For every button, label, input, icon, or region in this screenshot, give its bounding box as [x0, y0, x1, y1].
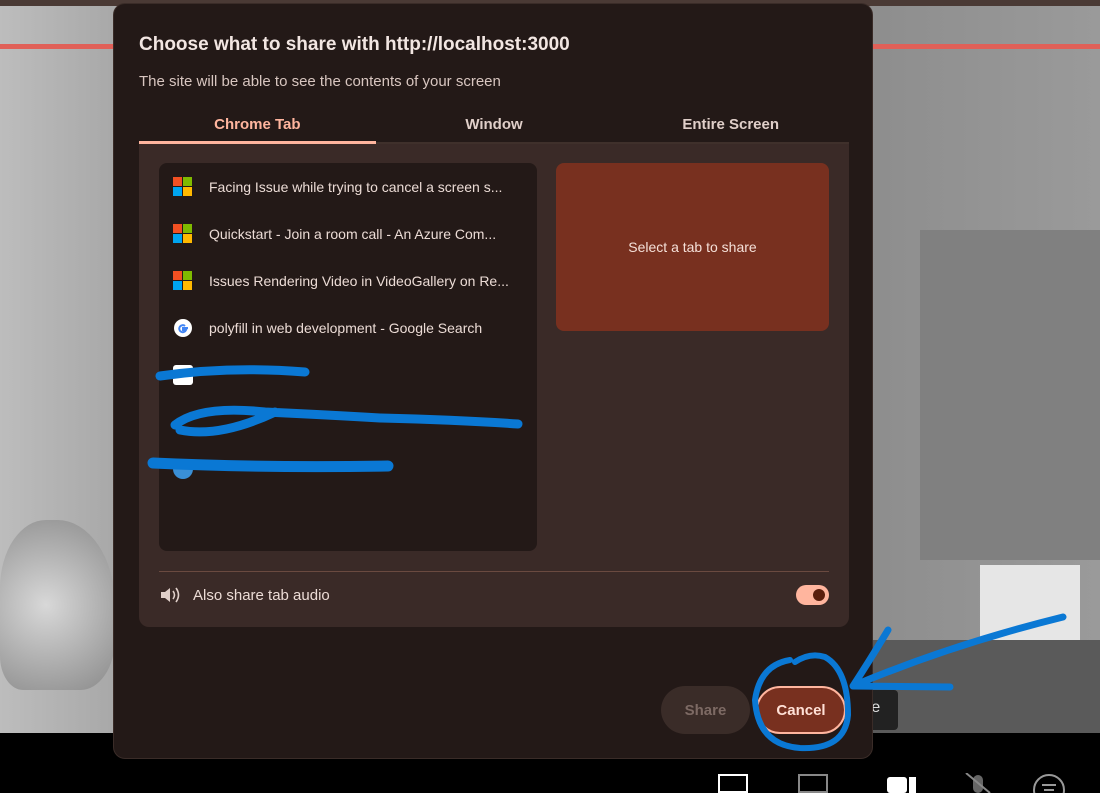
list-item[interactable]: polyfill in web development - Google Sea… — [159, 304, 537, 351]
favicon — [173, 364, 193, 385]
share-button[interactable]: Share — [661, 686, 750, 734]
tab-chrome-tab[interactable]: Chrome Tab — [139, 108, 376, 144]
audio-option: Also share tab audio — [159, 585, 330, 605]
speaker-icon — [161, 587, 180, 603]
toggle-knob — [813, 589, 825, 601]
tab-title: Facing Issue while trying to cancel a sc… — [209, 178, 503, 195]
video-hand — [0, 520, 115, 690]
share-audio-toggle[interactable] — [796, 585, 829, 605]
present-screen-icon[interactable] — [798, 773, 828, 793]
tab-panel: Facing Issue while trying to cancel a sc… — [139, 144, 849, 627]
share-source-tabs: Chrome Tab Window Entire Screen — [139, 108, 849, 144]
google-icon — [174, 318, 192, 337]
tab-entire-screen[interactable]: Entire Screen — [612, 108, 849, 142]
favicon — [173, 458, 193, 479]
video-wall — [920, 230, 1100, 560]
video-laptop — [980, 565, 1080, 645]
tab-title: Issues Rendering Video in VideoGallery o… — [209, 272, 509, 289]
list-item[interactable]: Facing Issue while trying to cancel a sc… — [159, 163, 537, 210]
red-line-left — [0, 44, 113, 49]
list-item-redacted[interactable] — [159, 445, 537, 492]
divider — [159, 571, 829, 572]
dialog-subtitle: The site will be able to see the content… — [139, 73, 501, 90]
tab-list: Facing Issue while trying to cancel a sc… — [159, 163, 537, 551]
dialog-title: Choose what to share with http://localho… — [139, 34, 570, 55]
share-preview: Select a tab to share — [556, 163, 829, 331]
list-item-redacted[interactable] — [159, 398, 537, 445]
red-line-right — [873, 44, 1100, 49]
mic-muted-icon[interactable] — [963, 773, 993, 793]
list-item-redacted[interactable] — [159, 351, 537, 398]
list-item[interactable]: Quickstart - Join a room call - An Azure… — [159, 210, 537, 257]
audio-label: Also share tab audio — [193, 586, 330, 604]
microsoft-icon — [173, 176, 193, 197]
camera-view-icon[interactable] — [718, 773, 748, 793]
video-camera-icon[interactable] — [885, 773, 919, 793]
tab-title: Quickstart - Join a room call - An Azure… — [209, 225, 497, 242]
tab-window[interactable]: Window — [376, 108, 613, 142]
preview-text: Select a tab to share — [628, 239, 757, 255]
screen-share-dialog: Choose what to share with http://localho… — [113, 3, 873, 759]
microsoft-icon — [173, 223, 193, 244]
microsoft-icon — [173, 270, 193, 291]
cancel-button[interactable]: Cancel — [756, 686, 846, 734]
favicon — [173, 412, 193, 432]
list-item[interactable]: Issues Rendering Video in VideoGallery o… — [159, 257, 537, 304]
chat-icon[interactable] — [1032, 773, 1066, 793]
tab-title: polyfill in web development - Google Sea… — [209, 319, 483, 336]
